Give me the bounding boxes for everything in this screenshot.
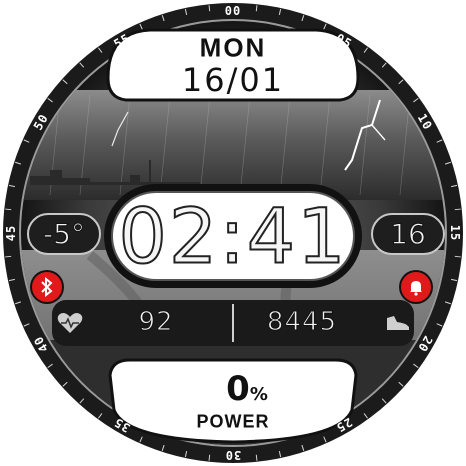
bezel-label: 00 [224,4,242,18]
heart-rate-icon[interactable] [53,308,87,338]
shoe-icon[interactable] [381,308,415,338]
date-display: 16/01 [181,61,285,99]
temperature-display: -5° [43,217,86,251]
day-of-week: MON [199,32,267,63]
bezel-tick [208,5,211,12]
time-display: 02:41 [117,191,348,282]
alarm-icon[interactable] [401,272,431,302]
bezel-label: 15 [448,224,462,242]
bezel-label: 45 [4,224,18,242]
bezel-label: 30 [224,448,242,462]
right-complication-value: 16 [390,217,427,251]
bezel-tick [208,454,211,461]
heart-rate-value: 92 [138,307,174,338]
bezel-tick [454,208,461,211]
battery-label: POWER [196,411,270,432]
battery-percent-value: 0 [226,369,250,409]
bezel-tick [255,454,258,461]
bluetooth-icon[interactable] [32,272,62,302]
battery-percent: 0% [226,369,268,409]
bezel-tick [5,208,12,211]
battery-percent-sign: % [249,384,268,405]
bezel-tick [5,255,12,258]
bezel-tick [255,5,258,12]
bezel-tick [454,255,461,258]
steps-value: 8445 [266,307,338,338]
